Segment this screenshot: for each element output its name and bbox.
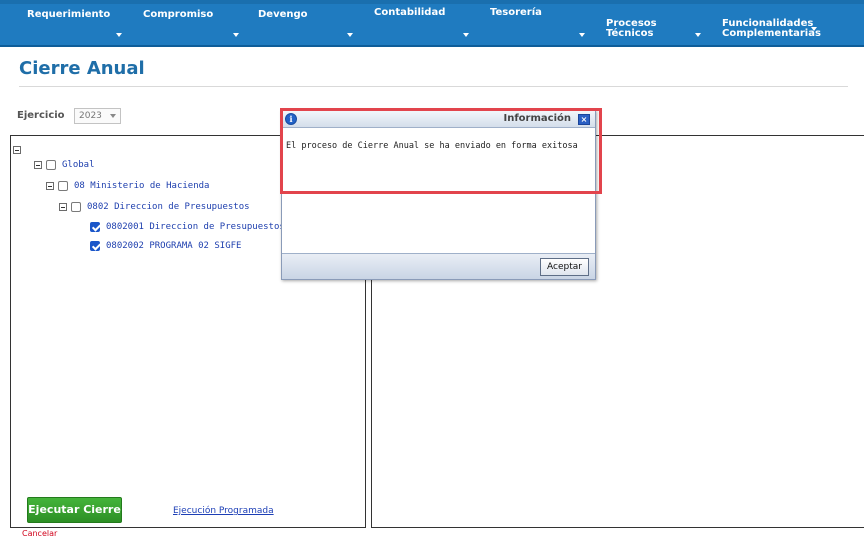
collapse-toggle-icon[interactable]: [46, 182, 54, 190]
top-nav-bar: Requerimiento Compromiso Devengo Contabi…: [0, 0, 864, 47]
nav-label: Tesorería: [490, 7, 542, 18]
nav-label: Contabilidad: [374, 7, 446, 18]
nav-label: Compromiso: [143, 9, 214, 20]
nav-item-contabilidad[interactable]: Contabilidad: [374, 8, 445, 18]
ejercicio-label: Ejercicio: [17, 110, 65, 121]
tree-checkbox[interactable]: [58, 181, 68, 191]
tree-checkbox-checked[interactable]: [90, 241, 100, 251]
nav-sublabel: Complementarias: [722, 28, 821, 39]
dialog-title: Información: [503, 113, 571, 124]
tree-node-label[interactable]: Global: [62, 160, 95, 170]
tree-node-label[interactable]: 0802002 PROGRAMA 02 SIGFE: [106, 241, 241, 251]
chevron-down-icon[interactable]: [463, 33, 469, 37]
tree-node-label[interactable]: 0802001 Direccion de Presupuestos: [106, 222, 285, 232]
tree-checkbox[interactable]: [71, 202, 81, 212]
nav-sublabel: Técnicos: [606, 28, 654, 39]
nav-item-requerimiento[interactable]: Requerimiento: [27, 10, 110, 20]
tree-node-label[interactable]: 0802 Direccion de Presupuestos: [87, 202, 250, 212]
aceptar-button[interactable]: Aceptar: [540, 258, 589, 276]
nav-top-strip: [0, 0, 864, 4]
ejecutar-cierre-button[interactable]: Ejecutar Cierre: [27, 497, 122, 523]
tree-checkbox[interactable]: [46, 160, 56, 170]
tree-checkbox-checked[interactable]: [90, 222, 100, 232]
cancelar-link[interactable]: Cancelar: [22, 529, 57, 537]
nav-item-procesos-tecnicos[interactable]: Procesos Técnicos: [606, 19, 657, 39]
dialog-header: i Información ×: [282, 111, 595, 128]
nav-item-compromiso[interactable]: Compromiso: [143, 10, 213, 20]
nav-item-tesoreria[interactable]: Tesorería: [490, 8, 542, 18]
page-title: Cierre Anual: [19, 58, 145, 79]
close-icon[interactable]: ×: [578, 114, 590, 125]
dialog-message: El proceso de Cierre Anual se ha enviado…: [286, 141, 578, 151]
collapse-toggle-icon[interactable]: [13, 146, 21, 154]
dialog-footer: Aceptar: [282, 253, 595, 279]
chevron-down-icon[interactable]: [233, 33, 239, 37]
info-dialog: i Información × El proceso de Cierre Anu…: [281, 110, 596, 280]
chevron-down-icon[interactable]: [579, 33, 585, 37]
chevron-down-icon[interactable]: [811, 27, 817, 31]
chevron-down-icon[interactable]: [116, 33, 122, 37]
ejecucion-programada-link[interactable]: Ejecución Programada: [173, 506, 274, 516]
year-select[interactable]: 2023: [74, 108, 121, 124]
chevron-down-icon[interactable]: [695, 33, 701, 37]
collapse-toggle-icon[interactable]: [34, 161, 42, 169]
tree-node-direccion: 0802 Direccion de Presupuestos: [59, 202, 250, 212]
chevron-down-icon[interactable]: [347, 33, 353, 37]
collapse-toggle-icon[interactable]: [59, 203, 67, 211]
tree-node-0802001: 0802001 Direccion de Presupuestos: [90, 222, 285, 232]
nav-item-devengo[interactable]: Devengo: [258, 10, 308, 20]
nav-label: Devengo: [258, 9, 308, 20]
nav-label: Requerimiento: [27, 9, 111, 20]
tree-node-ministerio: 08 Ministerio de Hacienda: [46, 181, 209, 191]
chevron-down-icon: [110, 114, 116, 118]
info-icon: i: [285, 113, 297, 125]
year-select-value: 2023: [79, 111, 102, 121]
tree-node-0802002: 0802002 PROGRAMA 02 SIGFE: [90, 241, 241, 251]
title-divider: [19, 86, 848, 87]
tree-node-global: Global: [34, 160, 95, 170]
nav-item-funcionalidades[interactable]: Funcionalidades Complementarias: [722, 19, 821, 39]
tree-node-label[interactable]: 08 Ministerio de Hacienda: [74, 181, 209, 191]
